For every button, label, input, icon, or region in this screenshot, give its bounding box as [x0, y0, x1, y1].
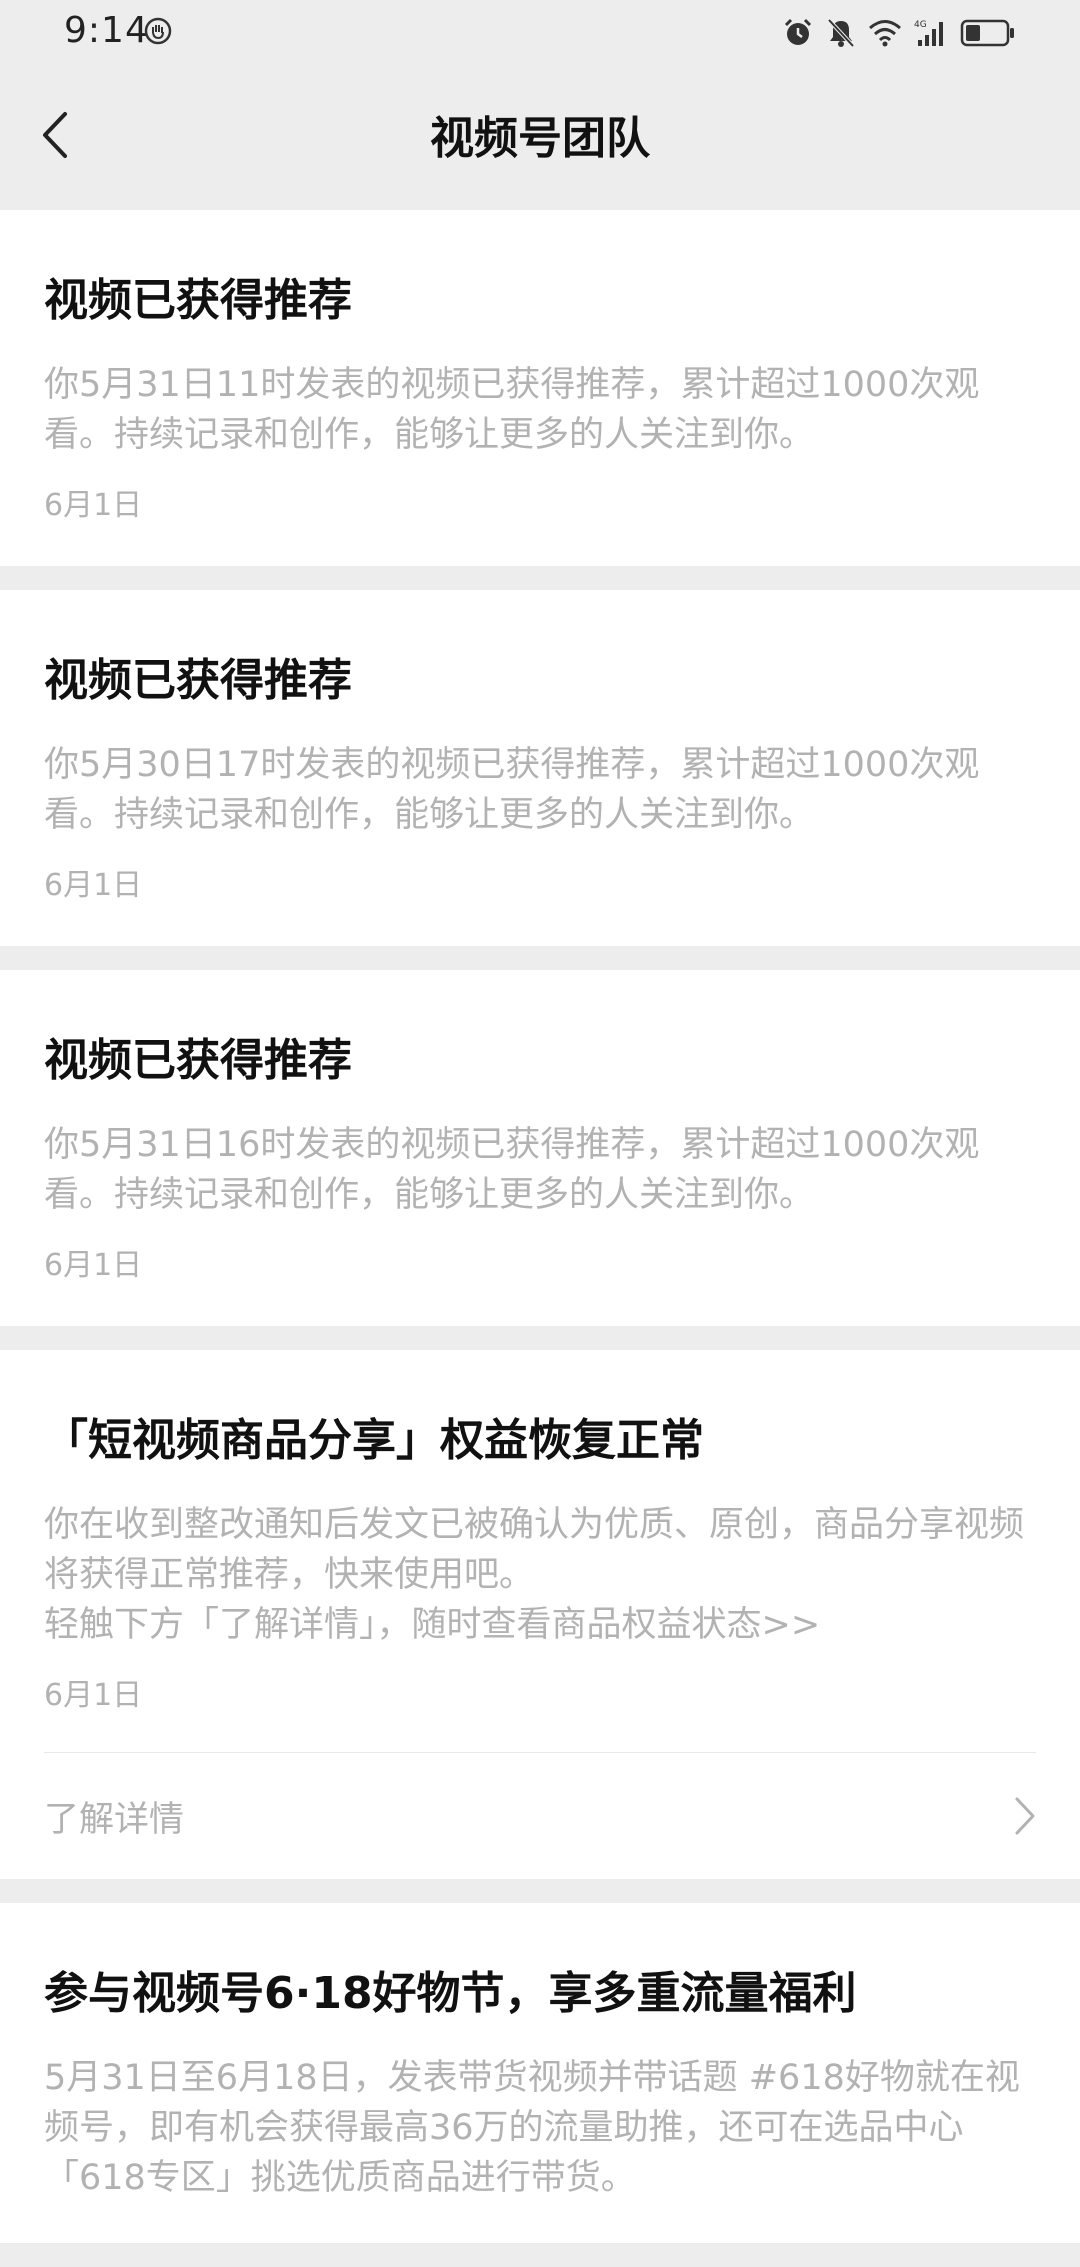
- message-card[interactable]: 视频已获得推荐 你5月30日17时发表的视频已获得推荐，累计超过1000次观看。…: [0, 590, 1080, 946]
- card-body-text: 你在收到整改通知后发文已被确认为优质、原创，商品分享视频将获得正常推荐，快来使用…: [44, 1505, 1025, 1595]
- message-card[interactable]: 视频已获得推荐 你5月31日16时发表的视频已获得推荐，累计超过1000次观看。…: [0, 970, 1080, 1326]
- message-card[interactable]: 「短视频商品分享」权益恢复正常 你在收到整改通知后发文已被确认为优质、原创，商品…: [0, 1350, 1080, 1879]
- card-body-text: 5月31日至6月18日，发表带货视频并带话题 #618好物就在视频号，即有机会获…: [44, 2058, 1020, 2198]
- card-body: 5月31日至6月18日，发表带货视频并带话题 #618好物就在视频号，即有机会获…: [44, 2053, 1036, 2203]
- mute-icon: [826, 17, 856, 49]
- status-icons: 4G: [782, 16, 1016, 50]
- card-body-text: 你5月30日17时发表的视频已获得推荐，累计超过1000次观看。持续记录和创作，…: [44, 745, 980, 835]
- card-date: 6月1日: [44, 488, 143, 523]
- status-time: 9:14: [64, 10, 149, 51]
- card-body-text: 轻触下方「了解详情」，随时查看商品权益状态>>: [44, 1605, 821, 1645]
- wifi-icon: [868, 18, 902, 48]
- chevron-right-icon: [1015, 1797, 1035, 1835]
- card-date: 6月1日: [44, 868, 143, 903]
- nav-bar: 视频号团队: [0, 66, 1080, 210]
- card-title: 参与视频号6·18好物节，享多重流量福利: [44, 1968, 857, 2019]
- 4g-signal-icon: 4G: [914, 18, 948, 48]
- card-title: 视频已获得推荐: [44, 275, 352, 326]
- page-title: 视频号团队: [430, 113, 650, 164]
- card-body: 你5月30日17时发表的视频已获得推荐，累计超过1000次观看。持续记录和创作，…: [44, 740, 1036, 840]
- battery-icon: [960, 18, 1016, 48]
- card-body-text: 你5月31日16时发表的视频已获得推荐，累计超过1000次观看。持续记录和创作，…: [44, 1125, 980, 1215]
- learn-more-link[interactable]: 了解详情: [44, 1752, 1036, 1879]
- card-body-text: 你5月31日11时发表的视频已获得推荐，累计超过1000次观看。持续记录和创作，…: [44, 365, 980, 455]
- card-body: 你5月31日16时发表的视频已获得推荐，累计超过1000次观看。持续记录和创作，…: [44, 1120, 1036, 1220]
- card-title: 「短视频商品分享」权益恢复正常: [44, 1415, 704, 1466]
- card-date: 6月1日: [44, 1248, 143, 1283]
- message-card[interactable]: 视频已获得推荐 你5月31日11时发表的视频已获得推荐，累计超过1000次观看。…: [0, 210, 1080, 566]
- hand-icon: [144, 17, 172, 45]
- card-title: 视频已获得推荐: [44, 1035, 352, 1086]
- card-body: 你在收到整改通知后发文已被确认为优质、原创，商品分享视频将获得正常推荐，快来使用…: [44, 1500, 1036, 1650]
- card-date: 6月1日: [44, 1678, 143, 1713]
- card-body: 你5月31日11时发表的视频已获得推荐，累计超过1000次观看。持续记录和创作，…: [44, 360, 1036, 460]
- learn-more-label: 了解详情: [44, 1799, 185, 1840]
- status-bar: 9:14 4G: [0, 0, 1080, 66]
- card-title: 视频已获得推荐: [44, 655, 352, 706]
- alarm-icon: [782, 17, 814, 49]
- message-feed[interactable]: 视频已获得推荐 你5月31日11时发表的视频已获得推荐，累计超过1000次观看。…: [0, 210, 1080, 2267]
- svg-text:4G: 4G: [914, 20, 927, 30]
- message-card[interactable]: 参与视频号6·18好物节，享多重流量福利 5月31日至6月18日，发表带货视频并…: [0, 1903, 1080, 2243]
